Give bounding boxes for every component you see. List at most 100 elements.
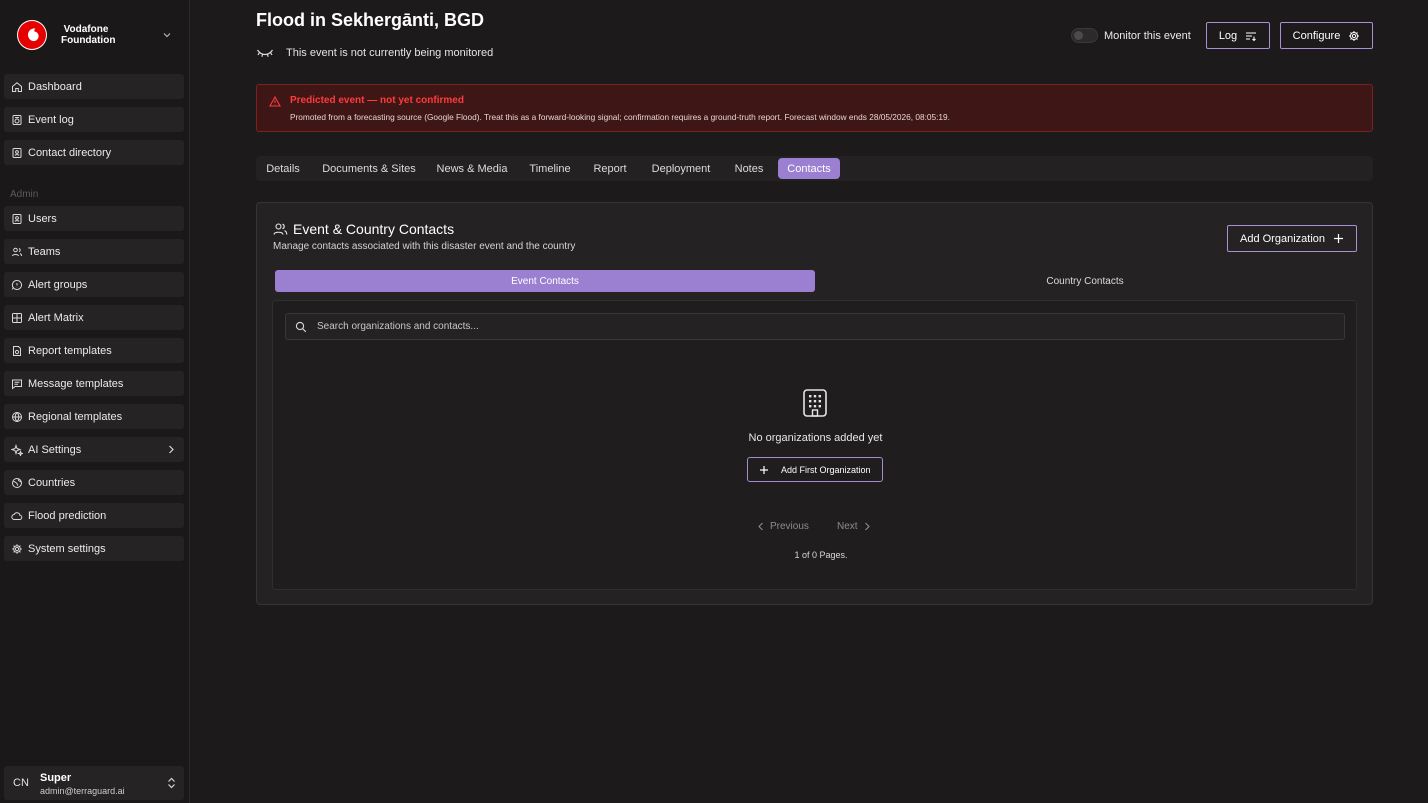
vodafone-logo-icon <box>17 20 47 50</box>
monitor-toggle-label: Monitor this event <box>1104 29 1191 42</box>
previous-page-button[interactable]: Previous <box>757 521 809 532</box>
gear-icon <box>1340 30 1360 42</box>
monitor-status: This event is not currently being monito… <box>256 47 493 59</box>
add-organization-button[interactable]: Add Organization <box>1227 225 1357 252</box>
monitor-status-text: This event is not currently being monito… <box>286 47 494 59</box>
sidebar-item-label: AI Settings <box>28 443 82 456</box>
sidebar-item-label: Message templates <box>28 377 124 390</box>
users-icon <box>273 222 288 236</box>
admin-section-label: Admin <box>10 189 39 200</box>
sidebar: Vodafone Foundation Dashboard Event log … <box>0 0 190 803</box>
sidebar-item-system-settings[interactable]: System settings <box>4 536 184 561</box>
configure-button[interactable]: Configure <box>1280 22 1373 49</box>
tab-report[interactable]: Report <box>586 158 634 179</box>
tab-news-media[interactable]: News & Media <box>430 158 514 179</box>
chevron-right-icon <box>863 522 871 531</box>
sidebar-item-alert-matrix[interactable]: Alert Matrix <box>4 305 184 330</box>
sidebar-item-label: Users <box>28 212 57 225</box>
event-tabs: Details Documents & Sites News & Media T… <box>256 156 1373 181</box>
tab-event-contacts[interactable]: Event Contacts <box>275 270 815 292</box>
earth-icon <box>11 477 23 489</box>
chevron-left-icon <box>757 522 765 531</box>
sidebar-item-alert-groups[interactable]: Alert groups <box>4 272 184 297</box>
sidebar-item-label: Contact directory <box>28 146 112 159</box>
chevron-up-down-icon <box>167 777 176 789</box>
contacts-title: Event & Country Contacts <box>293 221 455 237</box>
add-first-organization-button[interactable]: Add First Organization <box>747 457 883 482</box>
sidebar-item-label: Dashboard <box>28 80 82 93</box>
page-count: 1 of 0 Pages. <box>794 550 848 560</box>
tab-deployment[interactable]: Deployment <box>642 158 720 179</box>
tab-documents-sites[interactable]: Documents & Sites <box>316 158 422 179</box>
log-button[interactable]: Log <box>1206 22 1270 49</box>
user-email: admin@terraguard.ai <box>40 786 125 796</box>
sparkles-icon <box>11 443 23 456</box>
sidebar-item-label: Report templates <box>28 344 112 357</box>
globe-icon <box>11 411 23 423</box>
log-button-label: Log <box>1218 29 1238 42</box>
search-icon <box>286 321 307 333</box>
grid-icon <box>11 312 23 324</box>
org-switcher[interactable]: Vodafone Foundation <box>8 16 182 54</box>
search-box <box>285 313 1345 340</box>
search-input[interactable] <box>317 321 1317 332</box>
sidebar-item-event-log[interactable]: Event log <box>4 107 184 132</box>
users-icon <box>11 246 23 258</box>
home-icon <box>11 81 23 93</box>
sidebar-item-label: Regional templates <box>28 410 123 423</box>
contacts-subtitle: Manage contacts associated with this dis… <box>273 241 576 252</box>
tab-notes[interactable]: Notes <box>728 158 770 179</box>
add-organization-label: Add Organization <box>1240 232 1325 245</box>
empty-state-text: No organizations added yet <box>748 432 883 444</box>
sidebar-item-label: Flood prediction <box>28 509 107 522</box>
cloud-icon <box>11 510 23 522</box>
previous-label: Previous <box>770 521 809 532</box>
tab-country-contacts[interactable]: Country Contacts <box>815 270 1355 292</box>
prediction-alert: Predicted event — not yet confirmed Prom… <box>256 84 1373 132</box>
add-first-organization-label: Add First Organization <box>781 464 871 475</box>
sidebar-item-ai-settings[interactable]: AI Settings <box>4 437 184 462</box>
sidebar-item-countries[interactable]: Countries <box>4 470 184 495</box>
sidebar-item-users[interactable]: Users <box>4 206 184 231</box>
alert-text: Promoted from a forecasting source (Goog… <box>290 112 950 122</box>
avatar: CN <box>13 777 29 789</box>
list-filter-icon <box>1237 31 1257 41</box>
contact-book-icon <box>11 147 23 159</box>
chevron-down-icon <box>162 30 172 40</box>
next-label: Next <box>837 521 858 532</box>
tab-details[interactable]: Details <box>258 158 308 179</box>
plus-icon <box>748 465 781 475</box>
sidebar-item-report-templates[interactable]: Report templates <box>4 338 184 363</box>
contacts-panel: No organizations added yet Add First Org… <box>272 300 1357 590</box>
contacts-card: Event & Country Contacts Manage contacts… <box>256 202 1373 605</box>
configure-button-label: Configure <box>1292 29 1341 42</box>
plus-icon <box>1325 233 1344 244</box>
user-menu[interactable]: CN Super admin@terraguard.ai <box>4 766 184 800</box>
tab-contacts[interactable]: Contacts <box>778 158 840 179</box>
sidebar-item-regional-templates[interactable]: Regional templates <box>4 404 184 429</box>
sidebar-item-label: Countries <box>28 476 76 489</box>
sidebar-item-dashboard[interactable]: Dashboard <box>4 74 184 99</box>
monitor-toggle[interactable] <box>1071 28 1098 43</box>
sidebar-item-label: System settings <box>28 542 106 555</box>
sidebar-item-label: Alert Matrix <box>28 311 84 324</box>
sidebar-item-message-templates[interactable]: Message templates <box>4 371 184 396</box>
sidebar-item-flood-prediction[interactable]: Flood prediction <box>4 503 184 528</box>
event-log-icon <box>11 114 23 126</box>
message-icon <box>11 378 23 390</box>
user-name: Super <box>40 772 72 784</box>
chevron-right-icon <box>167 445 175 454</box>
eye-closed-icon <box>256 47 286 59</box>
building-icon <box>802 388 828 418</box>
warning-triangle-icon <box>269 96 281 107</box>
alert-title: Predicted event — not yet confirmed <box>290 95 464 106</box>
next-page-button[interactable]: Next <box>837 521 871 532</box>
user-badge-icon <box>11 213 23 225</box>
tab-timeline[interactable]: Timeline <box>522 158 578 179</box>
sidebar-item-teams[interactable]: Teams <box>4 239 184 264</box>
monitor-toggle-group: Monitor this event <box>1071 28 1191 43</box>
contacts-subtabs: Event Contacts Country Contacts <box>275 270 1357 292</box>
page-title: Flood in Sekhergānti, BGD <box>256 10 485 30</box>
gear-icon <box>11 543 23 555</box>
sidebar-item-contact-directory[interactable]: Contact directory <box>4 140 184 165</box>
